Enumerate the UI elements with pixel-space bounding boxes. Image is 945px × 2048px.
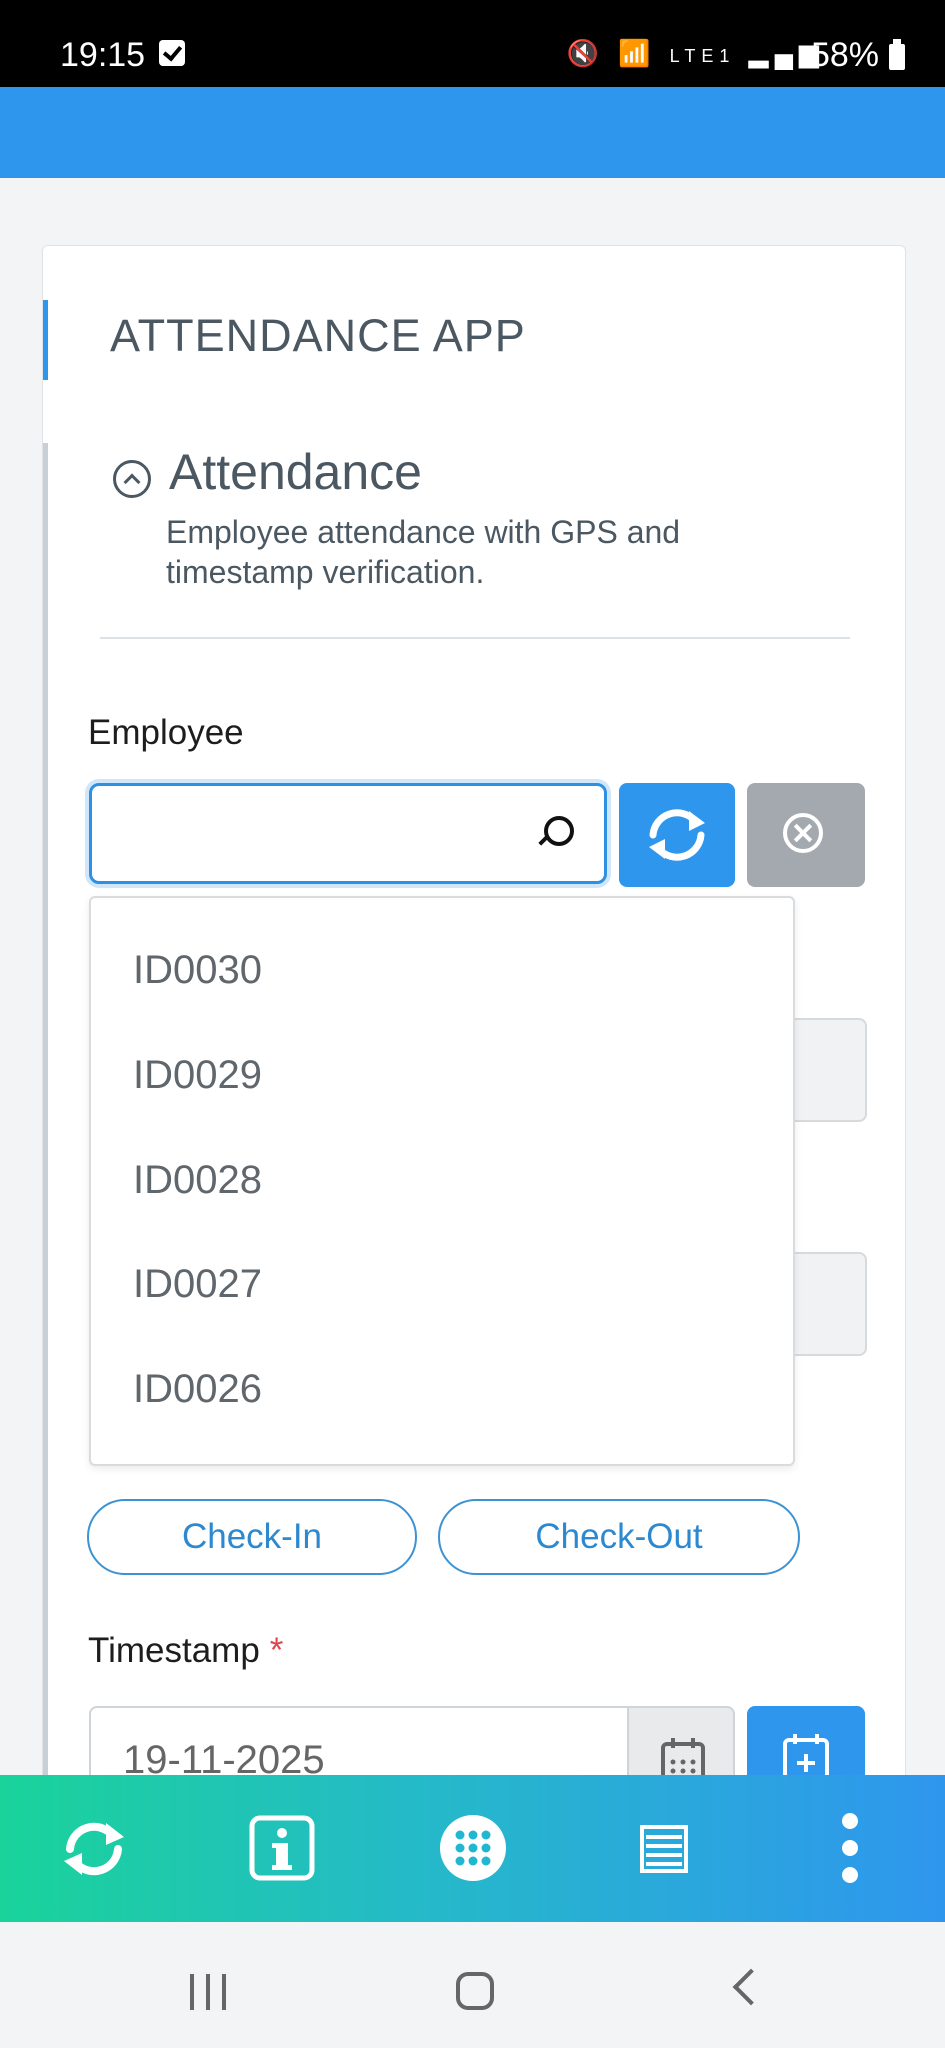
system-navigation-bar bbox=[0, 1922, 945, 2048]
apps-grid-icon bbox=[440, 1815, 506, 1881]
timestamp-label-text: Timestamp bbox=[88, 1631, 260, 1670]
app-header-bar bbox=[0, 87, 945, 178]
clear-employee-button[interactable] bbox=[747, 783, 865, 887]
bottom-toolbar bbox=[0, 1775, 945, 1922]
status-time: 19:15 bbox=[60, 36, 146, 74]
check-in-button[interactable]: Check-In bbox=[87, 1499, 417, 1575]
toolbar-info-button[interactable] bbox=[222, 1775, 342, 1922]
attendance-card: ATTENDANCE APP Attendance Employee atten… bbox=[42, 245, 906, 1843]
section-description: Employee attendance with GPS and timesta… bbox=[166, 514, 681, 590]
more-vertical-icon bbox=[842, 1813, 858, 1883]
battery-icon bbox=[889, 39, 905, 70]
status-bar: 19:15 🔇 📶 LTE1 ▂▄▆ 58% bbox=[0, 0, 945, 87]
section-divider bbox=[100, 637, 850, 639]
required-mark: * bbox=[269, 1631, 284, 1670]
recents-icon[interactable] bbox=[190, 1974, 232, 2010]
dropdown-option[interactable]: ID0028 bbox=[133, 1158, 262, 1203]
dropdown-option[interactable]: ID0027 bbox=[133, 1262, 262, 1307]
info-icon bbox=[249, 1815, 315, 1881]
mute-icon: 🔇 bbox=[566, 38, 605, 68]
employee-label: Employee bbox=[88, 713, 244, 752]
section-title[interactable]: Attendance bbox=[169, 443, 422, 501]
toolbar-more-button[interactable] bbox=[790, 1775, 910, 1922]
back-icon[interactable] bbox=[732, 1968, 770, 2006]
dropdown-option[interactable]: ID0029 bbox=[133, 1053, 262, 1098]
employee-search-input[interactable] bbox=[89, 783, 607, 884]
dropdown-option[interactable]: ID0030 bbox=[133, 948, 262, 993]
network-type: LTE1 bbox=[669, 46, 736, 66]
section-indent-line bbox=[43, 443, 48, 1843]
refresh-icon bbox=[649, 809, 705, 861]
card-accent-bar bbox=[43, 300, 48, 380]
timestamp-label: Timestamp * bbox=[88, 1631, 283, 1671]
list-icon bbox=[640, 1825, 688, 1873]
status-icons: 🔇 📶 LTE1 ▂▄▆ bbox=[566, 38, 825, 69]
check-out-button[interactable]: Check-Out bbox=[438, 1499, 800, 1575]
close-circle-icon bbox=[783, 813, 823, 853]
toolbar-list-button[interactable] bbox=[604, 1775, 724, 1922]
refresh-icon bbox=[64, 1822, 124, 1876]
refresh-employee-button[interactable] bbox=[619, 783, 735, 887]
card-title: ATTENDANCE APP bbox=[110, 310, 526, 361]
checkbox-notification-icon bbox=[159, 40, 185, 66]
employee-dropdown: ID0030 ID0029 ID0028 ID0027 ID0026 bbox=[89, 896, 795, 1466]
toolbar-apps-button[interactable] bbox=[413, 1775, 533, 1922]
search-icon[interactable] bbox=[544, 816, 574, 846]
wifi-icon: 📶 bbox=[618, 38, 657, 68]
dropdown-option[interactable]: ID0026 bbox=[133, 1367, 262, 1412]
battery-percent: 58% bbox=[810, 36, 879, 74]
home-icon[interactable] bbox=[456, 1972, 494, 2010]
collapse-chevron-up-icon[interactable] bbox=[113, 460, 151, 498]
toolbar-refresh-button[interactable] bbox=[34, 1775, 154, 1922]
